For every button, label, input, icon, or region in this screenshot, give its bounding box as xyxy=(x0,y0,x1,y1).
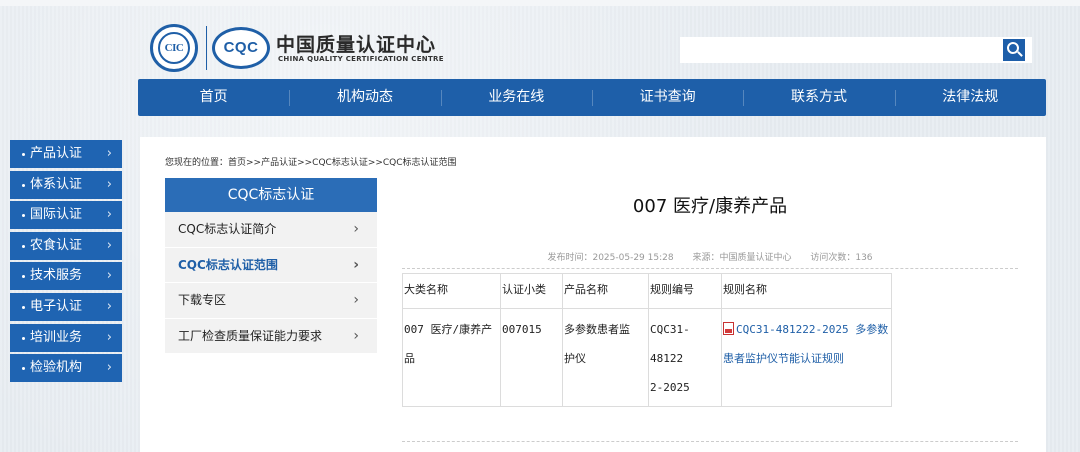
sidebar-item-label: 电子认证 xyxy=(30,298,83,314)
pdf-file-icon xyxy=(723,322,734,335)
cell-line: 护仪 xyxy=(564,352,586,365)
cic-emblem-text: CIC xyxy=(164,42,184,54)
chevron-right-icon: › xyxy=(106,237,112,253)
chevron-right-icon: › xyxy=(106,268,112,284)
bullet-icon xyxy=(22,275,25,279)
column-header: 规则编号 xyxy=(648,273,722,309)
sidebar-item-agri-food-cert[interactable]: 农食认证 › xyxy=(10,231,122,260)
sidebar-item-label: 体系认证 xyxy=(30,176,83,192)
cell-product: 多参数患者监 护仪 xyxy=(562,308,649,407)
nav-home[interactable]: 首页 xyxy=(138,79,289,116)
sidebar-item-label: 检验机构 xyxy=(30,360,83,376)
chevron-right-icon: › xyxy=(106,329,112,345)
chevron-right-icon: › xyxy=(353,292,359,308)
cic-emblem: CIC xyxy=(150,24,198,72)
divider-bottom xyxy=(402,441,1018,442)
left-sidebar: 产品认证 › 体系认证 › 国际认证 › 农食认证 › 技术服务 › 电子认证 › 培训业务… xyxy=(10,140,122,385)
search-icon-handle xyxy=(1017,51,1023,57)
org-name-en: CHINA QUALITY CERTIFICATION CENTRE xyxy=(278,55,444,63)
bullet-icon xyxy=(22,214,25,218)
nav-contact[interactable]: 联系方式 xyxy=(743,79,894,116)
sidebar-item-label: 国际认证 xyxy=(30,207,83,223)
article-source: 来源：中国质量认证中心 xyxy=(692,253,792,263)
publish-time: 发布时间：2025-05-29 15:28 xyxy=(547,253,674,263)
submenu-item-label: CQC标志认证简介 xyxy=(178,222,277,236)
sidebar-item-system-cert[interactable]: 体系认证 › xyxy=(10,170,122,199)
bullet-icon xyxy=(22,183,25,187)
cell-line: 多参数患者监 xyxy=(564,323,630,336)
cell-line: 2-2025 xyxy=(650,381,690,394)
chevron-right-icon: › xyxy=(106,360,112,376)
submenu-item-scope[interactable]: CQC标志认证范围 › xyxy=(165,247,377,283)
site-logo[interactable]: CIC CQC 中国质量认证中心 CHINA QUALITY CERTIFICA… xyxy=(150,24,444,72)
sidebar-item-product-cert[interactable]: 产品认证 › xyxy=(10,140,122,168)
cell-category: 007 医疗/康养产品 xyxy=(402,308,501,407)
logo-separator xyxy=(206,26,207,70)
table-row: 007 医疗/康养产品 007015 多参数患者监 护仪 CQC31-48122 2… xyxy=(402,308,892,407)
bullet-icon xyxy=(22,305,25,309)
column-header: 大类名称 xyxy=(402,273,501,309)
search-button[interactable] xyxy=(1003,39,1025,61)
chevron-right-icon: › xyxy=(106,176,112,192)
bullet-icon xyxy=(22,244,25,248)
table-header-row: 大类名称 认证小类 产品名称 规则编号 规则名称 xyxy=(402,273,892,309)
link-line: CQC31-481222-2025 多参数 xyxy=(736,323,889,336)
column-header: 认证小类 xyxy=(500,273,563,309)
bullet-icon xyxy=(22,153,25,156)
article-title: 007 医疗/康养产品 xyxy=(632,196,788,217)
cell-line: 品 xyxy=(404,352,415,365)
sidebar-item-training[interactable]: 培训业务 › xyxy=(10,323,122,352)
submenu-item-factory-inspection[interactable]: 工厂检查质量保证能力要求 › xyxy=(165,318,377,354)
submenu-item-label: CQC标志认证范围 xyxy=(178,257,278,272)
cqc-emblem-text: CQC xyxy=(223,39,259,56)
top-strip xyxy=(0,0,1080,6)
sidebar-item-e-cert[interactable]: 电子认证 › xyxy=(10,292,122,321)
chevron-right-icon: › xyxy=(106,298,112,314)
submenu-item-intro[interactable]: CQC标志认证简介 › xyxy=(165,212,377,248)
sidebar-item-label: 农食认证 xyxy=(30,237,83,253)
cell-line: CQC31-48122 xyxy=(650,323,690,365)
submenu-item-label: 工厂检查质量保证能力要求 xyxy=(178,328,323,343)
bullet-icon xyxy=(22,367,25,371)
chevron-right-icon: › xyxy=(353,327,359,344)
nav-news[interactable]: 机构动态 xyxy=(289,79,440,116)
submenu-title: CQC标志认证 xyxy=(165,178,377,212)
nav-certificate-query[interactable]: 证书查询 xyxy=(591,79,743,116)
cqc-emblem: CQC xyxy=(212,27,270,69)
sidebar-item-label: 培训业务 xyxy=(30,329,83,345)
cell-rule-name: CQC31-481222-2025 多参数患者监护仪节能认证规则 xyxy=(721,308,892,407)
bullet-icon xyxy=(22,336,25,340)
cell-rule-no: CQC31-48122 2-2025 xyxy=(648,308,722,407)
article-meta: 发布时间：2025-05-29 15:28 来源：中国质量认证中心 访问次数：1… xyxy=(402,250,1018,263)
nav-laws[interactable]: 法律法规 xyxy=(894,79,1046,116)
search-box xyxy=(680,37,1032,63)
nav-online-business[interactable]: 业务在线 xyxy=(440,79,592,116)
org-name-cn: 中国质量认证中心 xyxy=(276,34,437,56)
column-header: 规则名称 xyxy=(721,273,892,309)
sidebar-item-international-cert[interactable]: 国际认证 › xyxy=(10,201,122,230)
rule-document-link[interactable]: CQC31-481222-2025 多参数患者监护仪节能认证规则 xyxy=(723,322,889,365)
search-input[interactable] xyxy=(680,37,1002,63)
chevron-right-icon: › xyxy=(106,207,112,223)
sidebar-item-tech-service[interactable]: 技术服务 › xyxy=(10,262,122,291)
sidebar-item-label: 产品认证 xyxy=(30,146,83,161)
cell-subclass: 007015 xyxy=(500,308,563,407)
chevron-right-icon: › xyxy=(353,256,359,273)
divider xyxy=(402,268,1018,269)
link-line: 患者监护仪节能认证规则 xyxy=(723,352,844,365)
scope-table: 大类名称 认证小类 产品名称 规则编号 规则名称 007 医疗/康养产品 007… xyxy=(402,273,892,407)
submenu-item-label: 下载专区 xyxy=(178,293,227,307)
visit-count: 访问次数：136 xyxy=(810,253,873,263)
column-header: 产品名称 xyxy=(562,273,649,309)
chevron-right-icon: › xyxy=(353,221,359,237)
sidebar-item-inspection[interactable]: 检验机构 › xyxy=(10,354,122,383)
submenu-item-downloads[interactable]: 下载专区 › xyxy=(165,283,377,319)
sidebar-item-label: 技术服务 xyxy=(30,268,83,284)
breadcrumb: 您现在的位置：首页>>产品认证>>CQC标志认证>>CQC标志认证范围 xyxy=(165,158,457,168)
chevron-right-icon: › xyxy=(106,146,112,161)
submenu: CQC标志认证简介 › CQC标志认证范围 › 下载专区 › 工厂检查质量保证能力要求… xyxy=(165,212,377,354)
cell-line: 007 医疗/康养产 xyxy=(404,323,493,336)
main-nav: 首页 机构动态 业务在线 证书查询 联系方式 法律法规 xyxy=(138,79,1046,116)
